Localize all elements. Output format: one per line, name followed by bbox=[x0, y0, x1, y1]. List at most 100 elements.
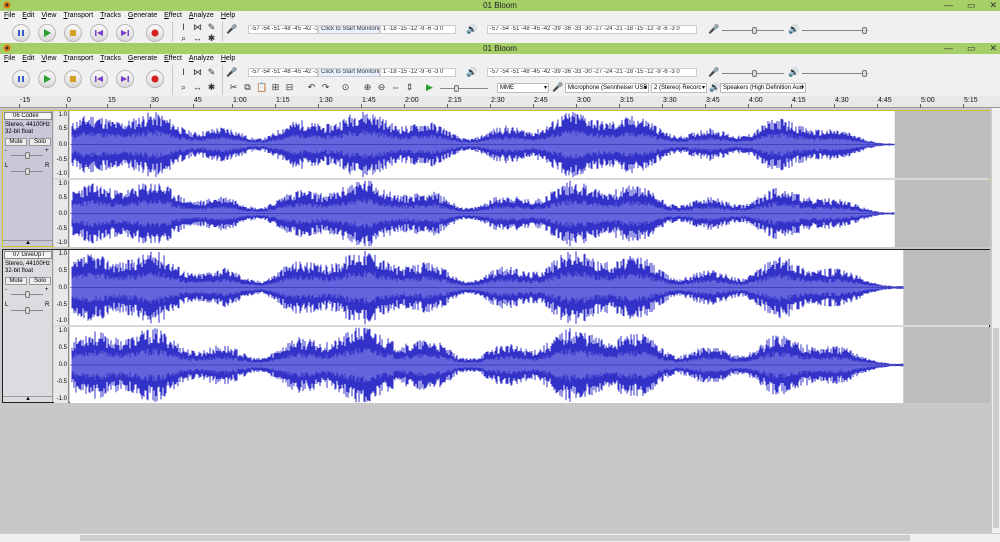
stop-button[interactable] bbox=[64, 70, 82, 88]
track-name-menu[interactable]: 07 GiveUpT bbox=[4, 251, 52, 259]
recording-device-dropdown[interactable]: Microphone (Sennheiser USB I bbox=[565, 83, 649, 93]
vertical-scrollbar[interactable] bbox=[992, 108, 1000, 533]
waveform-right-channel[interactable] bbox=[70, 180, 990, 247]
horizontal-scroll-thumb[interactable] bbox=[80, 535, 910, 541]
paste-icon[interactable]: 📋 bbox=[256, 82, 267, 93]
skip-end-button[interactable] bbox=[116, 70, 134, 88]
menu-file[interactable]: File bbox=[4, 54, 15, 64]
playback-meter[interactable]: -57 -54 -51 -48 -45 -42 -39 -36 -33 -30 … bbox=[487, 68, 697, 77]
menu-effect[interactable]: Effect bbox=[164, 54, 182, 64]
menu-help[interactable]: Help bbox=[221, 54, 235, 64]
pan-slider[interactable] bbox=[11, 167, 43, 176]
timeshift-tool-icon[interactable]: ↔ bbox=[192, 82, 203, 93]
waveform-left-channel[interactable] bbox=[70, 250, 990, 325]
menu-tracks[interactable]: Tracks bbox=[100, 54, 121, 64]
solo-button[interactable]: Solo bbox=[29, 138, 51, 146]
menu-edit[interactable]: Edit bbox=[22, 11, 34, 21]
menu-view[interactable]: View bbox=[41, 54, 56, 64]
waveform-right-channel[interactable] bbox=[70, 327, 990, 403]
record-meter[interactable]: -57 -54 -51 -48 -45 -42 -3 bbox=[248, 25, 318, 34]
collapse-track-icon[interactable]: ▲ bbox=[3, 240, 53, 246]
fit-project-icon[interactable]: ⇕ bbox=[404, 82, 415, 93]
record-meter-tail[interactable]: 1 -18 -15 -12 -9 -6 -3 0 bbox=[380, 68, 456, 77]
close-button[interactable]: ✕ bbox=[989, 43, 997, 54]
close-button[interactable]: ✕ bbox=[989, 0, 997, 11]
play-button[interactable] bbox=[38, 24, 56, 42]
gain-slider[interactable] bbox=[11, 151, 43, 160]
playback-meter[interactable]: -57 -54 -51 -48 -45 -42 -39 -36 -33 -30 … bbox=[487, 25, 697, 34]
record-monitor-button[interactable]: Click to Start Monitoring bbox=[318, 68, 380, 77]
envelope-tool-icon[interactable]: ⋈ bbox=[192, 67, 203, 78]
play-at-speed-icon[interactable]: ▶ bbox=[424, 82, 435, 93]
track-control-panel[interactable]: ✕ 06 Codex Stereo, 44100Hz 32-bit float … bbox=[3, 111, 53, 246]
track-06-codex[interactable]: ✕ 06 Codex Stereo, 44100Hz 32-bit float … bbox=[2, 110, 990, 247]
timeline-ruler[interactable]: -15 0 15 30 45 1:00 1:15 1:30 1:45 2:00 2:15 2:30 2:… bbox=[0, 96, 1000, 108]
mic-volume-slider[interactable] bbox=[722, 26, 784, 35]
record-button[interactable] bbox=[146, 24, 164, 42]
track-07-giveupt[interactable]: ✕ 07 GiveUpT Stereo, 44100Hz 32-bit floa… bbox=[2, 249, 990, 403]
playback-device-dropdown[interactable]: Speakers (High Definition Aud bbox=[720, 83, 806, 93]
menu-help[interactable]: Help bbox=[221, 11, 235, 21]
pause-button[interactable] bbox=[12, 70, 30, 88]
gain-slider[interactable] bbox=[11, 290, 43, 299]
fit-selection-icon[interactable]: ⇔ bbox=[390, 82, 401, 93]
undo-icon[interactable]: ↶ bbox=[306, 82, 317, 93]
record-button[interactable] bbox=[146, 70, 164, 88]
recording-channels-dropdown[interactable]: 2 (Stereo) Recorc bbox=[651, 83, 707, 93]
menu-transport[interactable]: Transport bbox=[63, 54, 93, 64]
menu-generate[interactable]: Generate bbox=[128, 11, 157, 21]
track-name-menu[interactable]: 06 Codex bbox=[4, 112, 52, 120]
window-titlebar-2[interactable]: 01 Bloom — ▭ ✕ bbox=[0, 43, 1000, 54]
stop-button[interactable] bbox=[64, 24, 82, 42]
multi-tool-icon[interactable]: ✱ bbox=[206, 82, 217, 93]
skip-end-button[interactable] bbox=[116, 24, 134, 42]
record-meter-tail[interactable]: 1 -18 -15 -12 -9 -6 -3 0 bbox=[380, 25, 456, 34]
record-meter[interactable]: -57 -54 -51 -48 -45 -42 -3 bbox=[248, 68, 318, 77]
maximize-button[interactable]: ▭ bbox=[967, 0, 976, 11]
menu-transport[interactable]: Transport bbox=[63, 11, 93, 21]
selection-tool-icon[interactable]: I bbox=[178, 67, 189, 78]
horizontal-scrollbar[interactable] bbox=[0, 533, 1000, 542]
waveform-left-channel[interactable] bbox=[70, 111, 990, 178]
pause-button[interactable] bbox=[12, 24, 30, 42]
zoom-in-icon[interactable]: ⊕ bbox=[362, 82, 373, 93]
record-monitor-button[interactable]: Click to Start Monitoring bbox=[318, 25, 380, 34]
menu-analyze[interactable]: Analyze bbox=[189, 11, 214, 21]
speaker-volume-slider[interactable] bbox=[802, 69, 868, 78]
mute-button[interactable]: Mute bbox=[5, 277, 27, 285]
window-titlebar-1[interactable]: 01 Bloom — ▭ ✕ bbox=[0, 0, 1000, 11]
trim-icon[interactable]: ⊞ bbox=[270, 82, 281, 93]
draw-tool-icon[interactable]: ✎ bbox=[206, 67, 217, 78]
menu-file[interactable]: File bbox=[4, 11, 15, 21]
speaker-volume-slider[interactable] bbox=[802, 26, 868, 35]
collapse-track-icon[interactable]: ▲ bbox=[3, 396, 53, 402]
menu-edit[interactable]: Edit bbox=[22, 54, 34, 64]
mic-volume-slider[interactable] bbox=[722, 69, 784, 78]
vertical-scroll-thumb[interactable] bbox=[993, 328, 999, 528]
minimize-button[interactable]: — bbox=[944, 43, 953, 54]
zoom-tool-icon[interactable]: ⌕ bbox=[178, 82, 189, 93]
cut-icon[interactable]: ✂ bbox=[228, 82, 239, 93]
host-dropdown[interactable]: MME bbox=[497, 83, 549, 93]
sync-lock-icon[interactable]: ⊙ bbox=[340, 82, 351, 93]
menu-tracks[interactable]: Tracks bbox=[100, 11, 121, 21]
menu-generate[interactable]: Generate bbox=[128, 54, 157, 64]
menu-analyze[interactable]: Analyze bbox=[189, 54, 214, 64]
minimize-button[interactable]: — bbox=[944, 0, 953, 11]
pan-slider[interactable] bbox=[11, 306, 43, 315]
copy-icon[interactable]: ⧉ bbox=[242, 82, 253, 93]
menu-view[interactable]: View bbox=[41, 11, 56, 21]
envelope-tool-icon[interactable]: ⋈ bbox=[192, 22, 203, 33]
draw-tool-icon[interactable]: ✎ bbox=[206, 22, 217, 33]
play-button[interactable] bbox=[38, 70, 56, 88]
track-control-panel[interactable]: ✕ 07 GiveUpT Stereo, 44100Hz 32-bit floa… bbox=[3, 250, 53, 402]
silence-icon[interactable]: ⊟ bbox=[284, 82, 295, 93]
mute-button[interactable]: Mute bbox=[5, 138, 27, 146]
menu-effect[interactable]: Effect bbox=[164, 11, 182, 21]
skip-start-button[interactable] bbox=[90, 70, 108, 88]
play-speed-slider[interactable] bbox=[440, 84, 488, 93]
solo-button[interactable]: Solo bbox=[29, 277, 51, 285]
zoom-out-icon[interactable]: ⊖ bbox=[376, 82, 387, 93]
selection-tool-icon[interactable]: I bbox=[178, 22, 189, 33]
maximize-button[interactable]: ▭ bbox=[967, 43, 976, 54]
